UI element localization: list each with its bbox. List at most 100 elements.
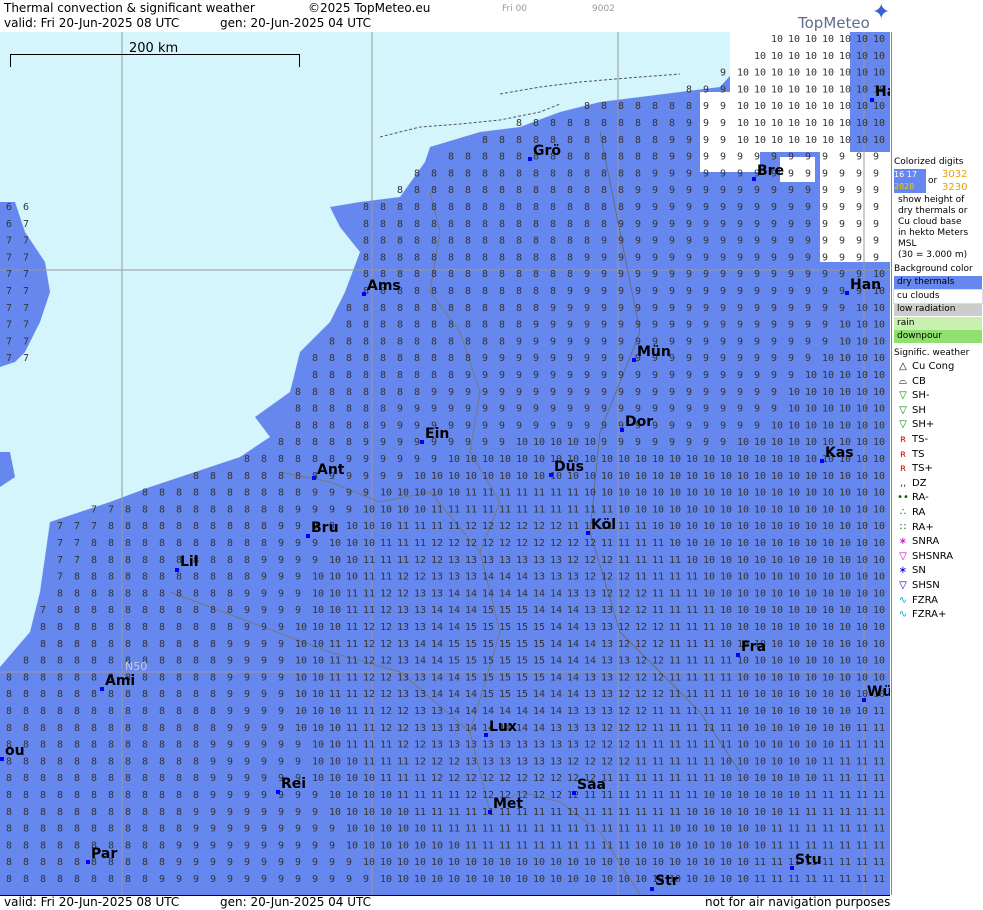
thermal-digit: 8 <box>159 572 165 583</box>
city-label: Düs <box>554 459 584 475</box>
thermal-digit: 8 <box>108 874 114 885</box>
thermal-digit: 9 <box>312 857 318 868</box>
thermal-digit: 11 <box>482 840 494 851</box>
thermal-digit: 9 <box>465 370 471 381</box>
thermal-digit: 9 <box>822 303 828 314</box>
thermal-digit: 10 <box>635 488 647 499</box>
thermal-digit: 8 <box>6 857 12 868</box>
thermal-digit: 8 <box>516 219 522 230</box>
thermal-digit: 9 <box>312 504 318 515</box>
thermal-digit: 8 <box>91 689 97 700</box>
scale-bar: 200 km <box>10 41 300 67</box>
thermal-digit: 9 <box>295 874 301 885</box>
thermal-digit: 9 <box>516 370 522 381</box>
weather-map[interactable]: 10 10 10 10 10 10 10 10 10 10 10 10 10 10 10 9 10 10 10 10 1… <box>0 32 890 895</box>
thermal-digit: 9 <box>737 286 743 297</box>
thermal-digit: 9 <box>771 404 777 415</box>
thermal-digit: 11 <box>873 807 885 818</box>
thermal-digit: 8 <box>516 252 522 263</box>
city-marker <box>86 860 90 864</box>
thermal-digit: 10 <box>771 118 783 129</box>
city-1: Bre <box>752 163 784 181</box>
thermal-digit: 9 <box>465 437 471 448</box>
shower-icon: ▽ <box>899 404 907 416</box>
thermal-digit: 10 <box>703 538 715 549</box>
thermal-digit: 9 <box>822 336 828 347</box>
thermal-digit: 9 <box>346 874 352 885</box>
city-label: Stu <box>795 852 822 868</box>
thermal-digit: 12 <box>652 672 664 683</box>
thermal-digit: 9 <box>856 236 862 247</box>
thermal-digit: 8 <box>159 488 165 499</box>
thermal-digit: 10 <box>856 68 868 79</box>
thermal-digit: 11 <box>822 773 834 784</box>
thermal-digit: 14 <box>550 622 562 633</box>
thermal-digit: 11 <box>839 840 851 851</box>
thermal-digit: 10 <box>856 672 868 683</box>
thermal-digit: 11 <box>465 488 477 499</box>
thermal-digit: 9 <box>346 471 352 482</box>
thermal-digit: 8 <box>414 370 420 381</box>
city-label: Dor <box>625 414 654 430</box>
thermal-digit: 10 <box>856 454 868 465</box>
thermal-digit: 9 <box>278 723 284 734</box>
thermal-digit: 9 <box>618 437 624 448</box>
thermal-digit: 10 <box>635 874 647 885</box>
thermal-digit: 8 <box>193 605 199 616</box>
thermal-digit: 10 <box>499 874 511 885</box>
thermal-digit: 8 <box>618 135 624 146</box>
thermal-digit: 8 <box>448 202 454 213</box>
thermal-digit: 8 <box>482 320 488 331</box>
thermal-digit: 12 <box>550 538 562 549</box>
thermal-digit: 10 <box>822 740 834 751</box>
thermal-digit: 10 <box>312 689 324 700</box>
thermal-digit: 10 <box>720 588 732 599</box>
thermal-digit: 10 <box>397 488 409 499</box>
thermal-digit: 9 <box>822 152 828 163</box>
thermal-digit: 13 <box>414 689 426 700</box>
thermal-digit: 10 <box>737 101 749 112</box>
thermal-digit: 10 <box>771 471 783 482</box>
thermal-digit: 9 <box>822 286 828 297</box>
thermal-digit: 8 <box>193 622 199 633</box>
thermal-digit: 9 <box>380 471 386 482</box>
thermal-digit: 13 <box>482 555 494 566</box>
thermal-digit: 9 <box>193 857 199 868</box>
scale-label: 200 km <box>129 41 179 56</box>
topmeteo-logo[interactable]: TopMeteo ✦ <box>798 0 890 32</box>
thermal-digit: 10 <box>839 404 851 415</box>
thermal-digit: 8 <box>159 538 165 549</box>
thermal-digit: 10 <box>720 488 732 499</box>
thermal-digit: 10 <box>805 605 817 616</box>
thermal-digit: 7 <box>6 269 12 280</box>
thermal-digit: 9 <box>703 219 709 230</box>
thermal-digit: 11 <box>363 706 375 717</box>
thermal-digit: 9 <box>669 236 675 247</box>
thermal-digit: 8 <box>74 639 80 650</box>
thermal-digit: 8 <box>516 185 522 196</box>
thermal-digit: 10 <box>771 639 783 650</box>
thermal-digit: 9 <box>227 807 233 818</box>
thermal-digit: 11 <box>652 790 664 801</box>
thermal-digit: 10 <box>737 555 749 566</box>
thermal-digit: 13 <box>567 723 579 734</box>
thermal-digit: 14 <box>584 639 596 650</box>
thermal-digit: 10 <box>635 454 647 465</box>
thermal-digit: 9 <box>244 706 250 717</box>
thermal-digit: 10 <box>788 538 800 549</box>
thermal-digit: 9 <box>771 336 777 347</box>
thermal-digit: 13 <box>601 689 613 700</box>
thermal-digit: 8 <box>108 756 114 767</box>
thermal-digit: 9 <box>380 437 386 448</box>
thermal-digit: 11 <box>448 521 460 532</box>
thermal-digit: 11 <box>686 756 698 767</box>
city-label: Ein <box>425 426 450 442</box>
thermal-digit: 8 <box>448 353 454 364</box>
thermal-digit: 10 <box>295 622 307 633</box>
thermal-digit: 13 <box>550 740 562 751</box>
city-10: Kas <box>820 445 854 463</box>
thermal-digit: 9 <box>414 404 420 415</box>
thermal-digit: 8 <box>567 202 573 213</box>
thermal-digit: 9 <box>261 840 267 851</box>
thermal-digit: 12 <box>499 538 511 549</box>
